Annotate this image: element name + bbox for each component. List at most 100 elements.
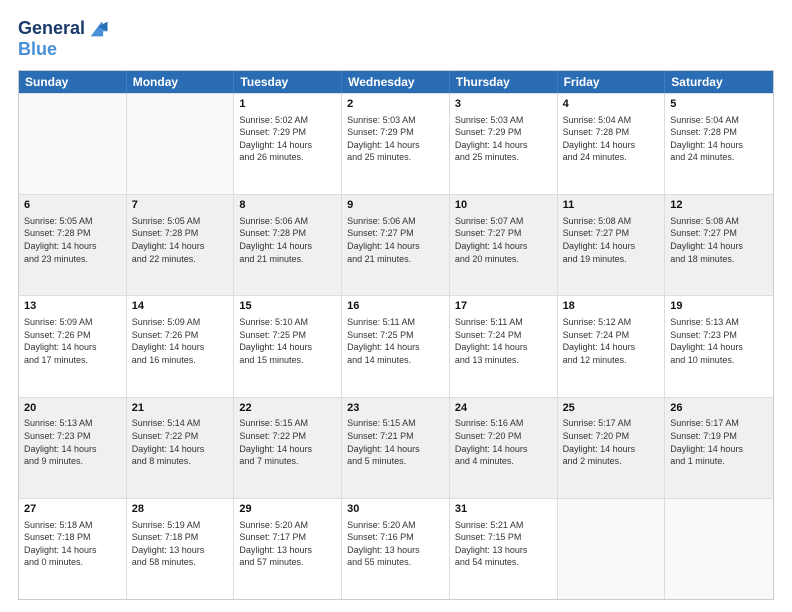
day-number: 21 [132,401,229,416]
day-info: Sunrise: 5:13 AM Sunset: 7:23 PM Dayligh… [24,417,121,467]
day-info: Sunrise: 5:07 AM Sunset: 7:27 PM Dayligh… [455,215,552,265]
day-info: Sunrise: 5:15 AM Sunset: 7:21 PM Dayligh… [347,417,444,467]
day-cell-26: 26Sunrise: 5:17 AM Sunset: 7:19 PM Dayli… [665,398,773,498]
day-cell-28: 28Sunrise: 5:19 AM Sunset: 7:18 PM Dayli… [127,499,235,599]
day-cell-23: 23Sunrise: 5:15 AM Sunset: 7:21 PM Dayli… [342,398,450,498]
empty-cell [665,499,773,599]
day-number: 15 [239,299,336,314]
day-number: 6 [24,198,121,213]
day-info: Sunrise: 5:03 AM Sunset: 7:29 PM Dayligh… [455,114,552,164]
day-number: 29 [239,502,336,517]
calendar-row-4: 20Sunrise: 5:13 AM Sunset: 7:23 PM Dayli… [19,397,773,498]
day-info: Sunrise: 5:16 AM Sunset: 7:20 PM Dayligh… [455,417,552,467]
day-cell-31: 31 Sunrise: 5:21 AM Sunset: 7:15 PM Dayli… [450,499,558,599]
day-number: 22 [239,401,336,416]
weekday-header-sunday: Sunday [19,71,127,93]
day-cell-27: 27 Sunrise: 5:18 AM Sunset: 7:18 PM Dayli… [19,499,127,599]
day-cell-24: 24Sunrise: 5:16 AM Sunset: 7:20 PM Dayli… [450,398,558,498]
day-info: Sunrise: 5:11 AM Sunset: 7:25 PM Dayligh… [347,316,444,366]
day-number: 25 [563,401,660,416]
day-info: Sunrise: 5:17 AM Sunset: 7:20 PM Dayligh… [563,417,660,467]
calendar-row-3: 13 Sunrise: 5:09 AM Sunset: 7:26 PM Dayli… [19,295,773,396]
day-cell-1: 1Sunrise: 5:02 AM Sunset: 7:29 PM Daylig… [234,94,342,194]
empty-cell [19,94,127,194]
day-number: 26 [670,401,768,416]
day-info: Sunrise: 5:05 AM Sunset: 7:28 PM Dayligh… [132,215,229,265]
day-number: 18 [563,299,660,314]
day-info: Sunrise: 5:19 AM Sunset: 7:18 PM Dayligh… [132,519,229,569]
day-info: Sunrise: 5:04 AM Sunset: 7:28 PM Dayligh… [563,114,660,164]
logo-icon [87,18,109,40]
calendar-body: 1Sunrise: 5:02 AM Sunset: 7:29 PM Daylig… [19,93,773,599]
logo-blue: Blue [18,40,109,60]
weekday-header-monday: Monday [127,71,235,93]
day-cell-2: 2 Sunrise: 5:03 AM Sunset: 7:29 PM Daylig… [342,94,450,194]
day-info: Sunrise: 5:12 AM Sunset: 7:24 PM Dayligh… [563,316,660,366]
day-cell-29: 29 Sunrise: 5:20 AM Sunset: 7:17 PM Dayli… [234,499,342,599]
day-number: 12 [670,198,768,213]
day-number: 11 [563,198,660,213]
day-cell-4: 4 Sunrise: 5:04 AM Sunset: 7:28 PM Daylig… [558,94,666,194]
day-number: 19 [670,299,768,314]
day-cell-6: 6Sunrise: 5:05 AM Sunset: 7:28 PM Daylig… [19,195,127,295]
day-cell-8: 8Sunrise: 5:06 AM Sunset: 7:28 PM Daylig… [234,195,342,295]
day-number: 16 [347,299,444,314]
empty-cell [127,94,235,194]
day-info: Sunrise: 5:04 AM Sunset: 7:28 PM Dayligh… [670,114,768,164]
day-info: Sunrise: 5:21 AM Sunset: 7:15 PM Dayligh… [455,519,552,569]
calendar-row-1: 1Sunrise: 5:02 AM Sunset: 7:29 PM Daylig… [19,93,773,194]
day-cell-25: 25Sunrise: 5:17 AM Sunset: 7:20 PM Dayli… [558,398,666,498]
day-cell-12: 12 Sunrise: 5:08 AM Sunset: 7:27 PM Dayli… [665,195,773,295]
weekday-header-friday: Friday [558,71,666,93]
day-cell-20: 20Sunrise: 5:13 AM Sunset: 7:23 PM Dayli… [19,398,127,498]
day-info: Sunrise: 5:06 AM Sunset: 7:27 PM Dayligh… [347,215,444,265]
calendar-header: SundayMondayTuesdayWednesdayThursdayFrid… [19,71,773,93]
header: General Blue [18,18,774,60]
day-cell-5: 5Sunrise: 5:04 AM Sunset: 7:28 PM Daylig… [665,94,773,194]
day-number: 3 [455,97,552,112]
weekday-header-thursday: Thursday [450,71,558,93]
day-info: Sunrise: 5:13 AM Sunset: 7:23 PM Dayligh… [670,316,768,366]
day-number: 17 [455,299,552,314]
day-info: Sunrise: 5:20 AM Sunset: 7:17 PM Dayligh… [239,519,336,569]
day-number: 27 [24,502,121,517]
day-number: 24 [455,401,552,416]
day-cell-17: 17Sunrise: 5:11 AM Sunset: 7:24 PM Dayli… [450,296,558,396]
day-number: 4 [563,97,660,112]
day-number: 30 [347,502,444,517]
empty-cell [558,499,666,599]
day-cell-9: 9 Sunrise: 5:06 AM Sunset: 7:27 PM Daylig… [342,195,450,295]
day-cell-14: 14Sunrise: 5:09 AM Sunset: 7:26 PM Dayli… [127,296,235,396]
day-cell-19: 19 Sunrise: 5:13 AM Sunset: 7:23 PM Dayli… [665,296,773,396]
day-number: 20 [24,401,121,416]
day-number: 10 [455,198,552,213]
day-info: Sunrise: 5:14 AM Sunset: 7:22 PM Dayligh… [132,417,229,467]
day-info: Sunrise: 5:17 AM Sunset: 7:19 PM Dayligh… [670,417,768,467]
calendar-row-5: 27 Sunrise: 5:18 AM Sunset: 7:18 PM Dayli… [19,498,773,599]
day-number: 31 [455,502,552,517]
day-info: Sunrise: 5:08 AM Sunset: 7:27 PM Dayligh… [563,215,660,265]
day-info: Sunrise: 5:03 AM Sunset: 7:29 PM Dayligh… [347,114,444,164]
day-info: Sunrise: 5:09 AM Sunset: 7:26 PM Dayligh… [24,316,121,366]
day-cell-7: 7 Sunrise: 5:05 AM Sunset: 7:28 PM Daylig… [127,195,235,295]
day-number: 7 [132,198,229,213]
day-cell-3: 3 Sunrise: 5:03 AM Sunset: 7:29 PM Daylig… [450,94,558,194]
day-info: Sunrise: 5:10 AM Sunset: 7:25 PM Dayligh… [239,316,336,366]
day-cell-13: 13 Sunrise: 5:09 AM Sunset: 7:26 PM Dayli… [19,296,127,396]
weekday-header-tuesday: Tuesday [234,71,342,93]
calendar-row-2: 6 Sunrise: 5:05 AM Sunset: 7:28 PM Daylig… [19,194,773,295]
day-number: 2 [347,97,444,112]
day-number: 9 [347,198,444,213]
day-info: Sunrise: 5:20 AM Sunset: 7:16 PM Dayligh… [347,519,444,569]
logo: General Blue [18,18,109,60]
weekday-header-saturday: Saturday [665,71,773,93]
day-cell-16: 16 Sunrise: 5:11 AM Sunset: 7:25 PM Dayli… [342,296,450,396]
day-info: Sunrise: 5:06 AM Sunset: 7:28 PM Dayligh… [239,215,336,265]
day-cell-11: 11 Sunrise: 5:08 AM Sunset: 7:27 PM Dayli… [558,195,666,295]
day-info: Sunrise: 5:08 AM Sunset: 7:27 PM Dayligh… [670,215,768,265]
day-info: Sunrise: 5:02 AM Sunset: 7:29 PM Dayligh… [239,114,336,164]
day-info: Sunrise: 5:15 AM Sunset: 7:22 PM Dayligh… [239,417,336,467]
day-cell-30: 30 Sunrise: 5:20 AM Sunset: 7:16 PM Dayli… [342,499,450,599]
day-number: 13 [24,299,121,314]
day-info: Sunrise: 5:18 AM Sunset: 7:18 PM Dayligh… [24,519,121,569]
